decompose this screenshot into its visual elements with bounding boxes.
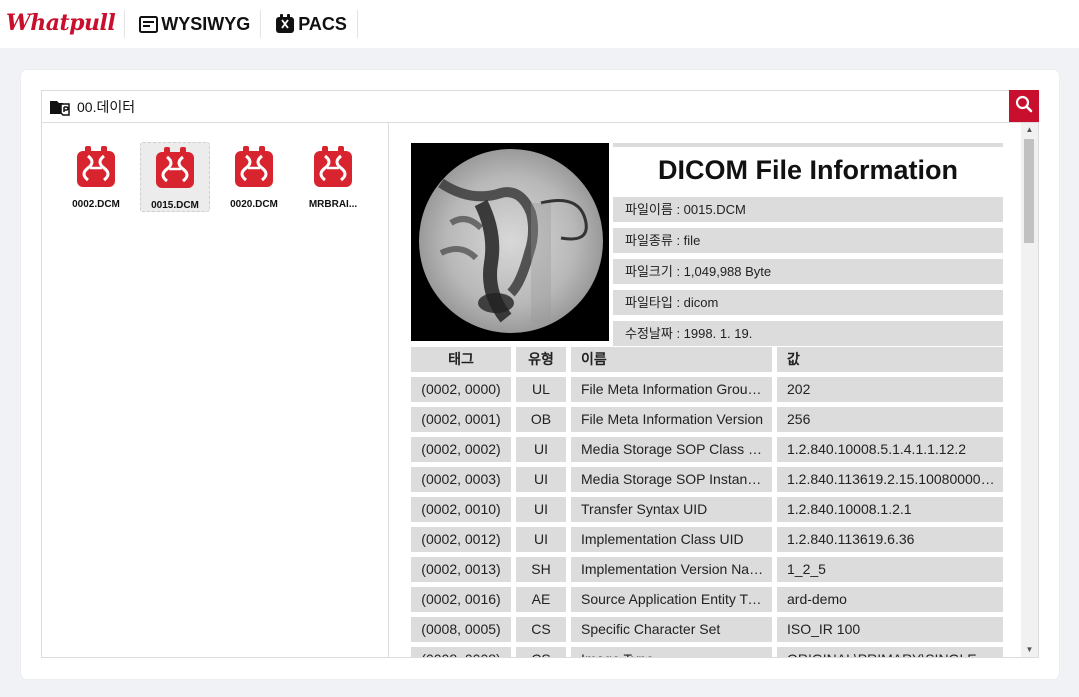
- cell-name: File Meta Information Version: [571, 407, 772, 432]
- header-tag: 태그: [411, 347, 511, 372]
- info-file-name: 파일이름 : 0015.DCM: [613, 197, 1003, 222]
- cell-value: 202: [777, 377, 1003, 402]
- cell-name: Implementation Class UID: [571, 527, 772, 552]
- file-info-pane: DICOM File Information 파일이름 : 0015.DCM 파…: [390, 123, 1038, 657]
- file-item[interactable]: 0002.DCM: [61, 142, 131, 212]
- divider: [613, 143, 1003, 147]
- cell-tag: (0002, 0010): [411, 497, 511, 522]
- cell-type: UL: [516, 377, 566, 402]
- header-value: 값: [777, 347, 1003, 372]
- table-row: (0002, 0012) UI Implementation Class UID…: [411, 527, 1003, 552]
- document-icon: [139, 15, 159, 33]
- cell-name: File Meta Information Group…: [571, 377, 772, 402]
- cell-type: UI: [516, 467, 566, 492]
- brand-logo[interactable]: Whatpull: [0, 10, 126, 38]
- cell-type: UI: [516, 437, 566, 462]
- dicom-file-icon: [234, 146, 274, 193]
- file-name: MRBRAI...: [308, 199, 358, 210]
- file-item-selected[interactable]: 0015.DCM: [140, 142, 210, 212]
- current-folder-path: 00.데이터: [77, 98, 136, 115]
- vertical-scrollbar[interactable]: ▲ ▼: [1021, 123, 1038, 657]
- cell-tag: (0002, 0013): [411, 557, 511, 582]
- table-header-row: 태그 유형 이름 값: [411, 347, 1003, 372]
- cell-tag: (0002, 0003): [411, 467, 511, 492]
- search-icon: [1015, 95, 1033, 118]
- cell-tag: (0002, 0016): [411, 587, 511, 612]
- explorer-body: 0002.DCM 0015.DCM 0020.DCM MRBRAI... DIC…: [41, 122, 1039, 658]
- cell-name: Transfer Syntax UID: [571, 497, 772, 522]
- cell-value: ard-demo: [777, 587, 1003, 612]
- cell-name: Media Storage SOP Class …: [571, 437, 772, 462]
- dicom-file-icon: [155, 147, 195, 194]
- file-item[interactable]: 0020.DCM: [219, 142, 289, 212]
- nav-label: PACS: [298, 13, 347, 34]
- dicom-preview-image: [411, 143, 609, 341]
- cell-tag: (0002, 0002): [411, 437, 511, 462]
- cell-value: 1_2_5: [777, 557, 1003, 582]
- header-name: 이름: [571, 347, 772, 372]
- file-item[interactable]: MRBRAI...: [298, 142, 368, 212]
- table-row: (0008, 0005) CS Specific Character Set I…: [411, 617, 1003, 642]
- table-row: (0002, 0002) UI Media Storage SOP Class …: [411, 437, 1003, 462]
- cell-tag: (0002, 0000): [411, 377, 511, 402]
- cell-name: Media Storage SOP Instanc…: [571, 467, 772, 492]
- table-row: (0002, 0003) UI Media Storage SOP Instan…: [411, 467, 1003, 492]
- cell-tag: (0008, 0005): [411, 617, 511, 642]
- nav-label: WYSIWYG: [161, 13, 251, 34]
- path-bar: 00.데이터: [41, 90, 1039, 122]
- cell-type: OB: [516, 407, 566, 432]
- info-title: DICOM File Information: [658, 155, 958, 185]
- cell-tag: (0008, 0008): [411, 647, 511, 657]
- cell-value: 1.2.840.10008.1.2.1: [777, 497, 1003, 522]
- info-file-kind: 파일종류 : file: [613, 228, 1003, 253]
- table-row: (0002, 0000) UL File Meta Information Gr…: [411, 377, 1003, 402]
- cell-value: 256: [777, 407, 1003, 432]
- cell-name: Source Application Entity Title: [571, 587, 772, 612]
- top-navigation-bar: Whatpull WYSIWYG PACS: [0, 0, 1079, 48]
- nav-pacs[interactable]: PACS: [261, 10, 358, 38]
- table-row: (0008, 0008) CS Image Type ORIGINAL\PRIM…: [411, 647, 1003, 657]
- table-row: (0002, 0016) AE Source Application Entit…: [411, 587, 1003, 612]
- info-file-size: 파일크기 : 1,049,988 Byte: [613, 259, 1003, 284]
- folder-icon: [49, 98, 71, 116]
- info-file-type: 파일타입 : dicom: [613, 290, 1003, 315]
- cell-type: AE: [516, 587, 566, 612]
- scrollbar-thumb[interactable]: [1024, 139, 1034, 243]
- nav-wysiwyg[interactable]: WYSIWYG: [125, 10, 262, 38]
- file-name: 0020.DCM: [230, 199, 278, 210]
- file-list-pane: 0002.DCM 0015.DCM 0020.DCM MRBRAI...: [42, 123, 389, 657]
- cell-type: UI: [516, 527, 566, 552]
- cell-tag: (0002, 0001): [411, 407, 511, 432]
- cell-name: Image Type: [571, 647, 772, 657]
- cell-value: 1.2.840.10008.5.1.4.1.1.12.2: [777, 437, 1003, 462]
- header-type: 유형: [516, 347, 566, 372]
- search-button[interactable]: [1009, 90, 1039, 122]
- file-name: 0002.DCM: [72, 199, 120, 210]
- cell-type: SH: [516, 557, 566, 582]
- cell-type: CS: [516, 647, 566, 657]
- table-row: (0002, 0010) UI Transfer Syntax UID 1.2.…: [411, 497, 1003, 522]
- dicom-tag-table: 태그 유형 이름 값 (0002, 0000) UL File Meta Inf…: [411, 347, 1003, 657]
- cell-value: 1.2.840.113619.6.36: [777, 527, 1003, 552]
- dicom-file-icon: [76, 146, 116, 193]
- file-name: 0015.DCM: [151, 200, 199, 211]
- table-row: (0002, 0013) SH Implementation Version N…: [411, 557, 1003, 582]
- cell-value: ISO_IR 100: [777, 617, 1003, 642]
- info-modified-date: 수정날짜 : 1998. 1. 19.: [613, 321, 1003, 346]
- table-row: (0002, 0001) OB File Meta Information Ve…: [411, 407, 1003, 432]
- cell-value: 1.2.840.113619.2.15.100800006…: [777, 467, 1003, 492]
- cell-name: Specific Character Set: [571, 617, 772, 642]
- pacs-icon: [275, 14, 295, 34]
- file-info-panel: DICOM File Information 파일이름 : 0015.DCM 파…: [613, 143, 1003, 346]
- dicom-file-icon: [313, 146, 353, 193]
- cell-value: ORIGINAL\PRIMARY\SINGLE P…: [777, 647, 1003, 657]
- cell-type: CS: [516, 617, 566, 642]
- scroll-down-arrow-icon[interactable]: ▼: [1021, 643, 1038, 657]
- cell-name: Implementation Version Name: [571, 557, 772, 582]
- cell-type: UI: [516, 497, 566, 522]
- cell-tag: (0002, 0012): [411, 527, 511, 552]
- main-card: 00.데이터 0002.DCM 0015.DCM 0020.DCM MRBRAI…: [21, 70, 1059, 679]
- scroll-up-arrow-icon[interactable]: ▲: [1021, 123, 1038, 137]
